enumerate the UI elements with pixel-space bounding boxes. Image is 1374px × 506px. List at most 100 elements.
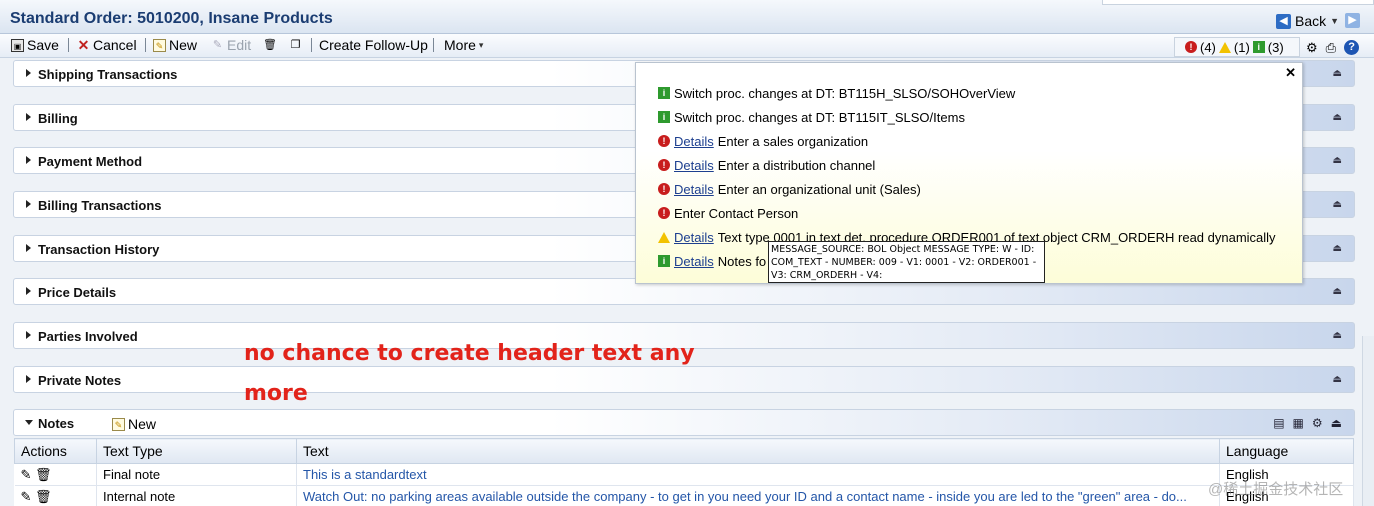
cancel-button[interactable]: ✕ Cancel	[77, 36, 137, 54]
message-text: Enter Contact Person	[674, 205, 799, 221]
column-header[interactable]: Text	[296, 438, 1220, 464]
message-counter-bar[interactable]: ! (4) (1) i (3)	[1174, 37, 1300, 57]
new-button[interactable]: ✎ New	[153, 36, 197, 54]
block-title: Shipping Transactions	[38, 67, 178, 82]
delete-button[interactable]: 🗑	[263, 36, 277, 54]
info-icon: i	[658, 87, 670, 99]
notes-table: Actions Text Type Text Language ✎ 🗑 Fina…	[14, 438, 1354, 506]
export-icon[interactable]: ▤	[1273, 416, 1284, 430]
text-cell[interactable]: Watch Out: no parking areas available ou…	[296, 485, 1220, 506]
expand-arrow-icon	[26, 156, 31, 164]
trash-icon: 🗑	[263, 38, 277, 51]
new-document-icon: ✎	[112, 417, 125, 431]
create-follow-up-button[interactable]: Create Follow-Up	[319, 36, 428, 54]
cancel-label: Cancel	[93, 37, 137, 53]
close-icon[interactable]: ✕	[1285, 65, 1296, 81]
new-label: New	[169, 37, 198, 53]
table-header: Actions Text Type Text Language	[14, 438, 1354, 464]
block-title: Transaction History	[38, 242, 160, 257]
info-count: (3)	[1267, 39, 1284, 55]
tooltip-line: MESSAGE_SOURCE: BOL Object MESSAGE TYPE:…	[771, 244, 1035, 255]
block-title: Price Details	[38, 285, 117, 300]
column-header[interactable]: Actions	[14, 438, 97, 464]
error-count: (4)	[1200, 39, 1216, 55]
divider	[145, 38, 146, 52]
save-button[interactable]: ▣ Save	[11, 36, 59, 54]
annotation-line: no chance to create header text any	[244, 341, 695, 366]
details-link[interactable]: Details	[674, 230, 714, 245]
close-icon: ✕	[77, 36, 90, 53]
row-actions: ✎ 🗑	[14, 463, 97, 486]
column-header[interactable]: Language	[1219, 438, 1354, 464]
excel-icon[interactable]: ▦	[1293, 416, 1304, 430]
collapse-icon[interactable]: ⏏	[1333, 374, 1342, 385]
follow-up-label: Create Follow-Up	[319, 37, 428, 53]
message-text: Enter an organizational unit (Sales)	[717, 181, 921, 197]
collapse-icon[interactable]: ⏏	[1333, 112, 1342, 123]
new-document-icon: ✎	[153, 38, 166, 52]
expand-arrow-icon	[26, 113, 31, 121]
toolbar: ▣ Save ✕ Cancel ✎ New ✎ Edit 🗑 ❐ Create …	[0, 34, 1374, 58]
collapse-icon[interactable]: ⏏	[1333, 155, 1342, 166]
notes-new-label: New	[128, 416, 157, 432]
details-link[interactable]: Details	[674, 182, 714, 197]
chevron-down-icon: ▾	[478, 39, 484, 50]
details-link[interactable]: Details	[674, 134, 714, 149]
forward-button[interactable]: ▶	[1345, 13, 1360, 28]
table-row[interactable]: ✎ 🗑 Final note This is a standardtext En…	[14, 463, 1354, 486]
edit-icon: ✎	[212, 38, 223, 51]
personalize-icon[interactable]: ⚙	[1306, 40, 1318, 56]
warning-icon	[658, 231, 670, 243]
notes-new-button[interactable]: ✎ New	[112, 416, 156, 432]
block-title: Billing	[38, 111, 78, 126]
message-item: i Switch proc. changes at DT: BT115H_SLS…	[658, 84, 1015, 102]
watermark: @稀土掘金技术社区	[1208, 481, 1344, 498]
collapse-icon[interactable]: ⏏	[1333, 330, 1342, 341]
copy-button[interactable]: ❐	[289, 36, 302, 54]
vertical-scrollbar[interactable]	[1362, 336, 1374, 506]
message-tooltip: MESSAGE_SOURCE: BOL Object MESSAGE TYPE:…	[768, 241, 1045, 283]
tooltip-line: V3: CRM_ORDERH - V4:	[771, 270, 883, 281]
divider	[68, 38, 69, 52]
trash-icon[interactable]: 🗑	[35, 467, 52, 482]
column-header[interactable]: Text Type	[96, 438, 297, 464]
trash-icon[interactable]: 🗑	[35, 489, 52, 504]
divider	[433, 38, 434, 52]
expand-arrow-icon	[26, 331, 31, 339]
text-cell[interactable]: This is a standardtext	[296, 463, 1220, 486]
personalize-icon[interactable]: ⚙	[1312, 416, 1323, 430]
collapse-icon[interactable]: ⏏	[1333, 243, 1342, 254]
edit-icon[interactable]: ✎	[21, 467, 32, 482]
help-icon[interactable]: ?	[1344, 40, 1360, 55]
block-title: Parties Involved	[38, 329, 138, 344]
message-item: ! Details Enter a sales organization	[658, 132, 868, 150]
more-label: More	[444, 37, 476, 53]
collapse-icon[interactable]: ⏏	[1333, 68, 1342, 79]
edit-icon[interactable]: ✎	[21, 489, 32, 504]
info-icon: i	[658, 255, 670, 267]
message-item: ! Details Enter a distribution channel	[658, 156, 875, 174]
details-link[interactable]: Details	[674, 254, 714, 269]
print-icon[interactable]: ⎙	[1326, 40, 1336, 56]
expand-arrow-icon	[26, 200, 31, 208]
divider	[311, 38, 312, 52]
save-icon: ▣	[11, 38, 24, 52]
header-tools: ⚙ ⎙ ?	[1306, 40, 1360, 56]
save-label: Save	[27, 37, 59, 53]
row-actions: ✎ 🗑	[14, 485, 97, 506]
table-row[interactable]: ✎ 🗑 Internal note Watch Out: no parking …	[14, 485, 1354, 506]
more-button[interactable]: More ▾	[444, 36, 483, 54]
copy-icon: ❐	[290, 38, 301, 51]
collapse-icon[interactable]: ⏏	[1331, 416, 1342, 430]
back-button[interactable]: ◀ Back ▼	[1276, 12, 1339, 30]
annotation-line: more	[244, 381, 308, 406]
collapse-icon[interactable]: ⏏	[1333, 286, 1342, 297]
collapse-icon[interactable]: ⏏	[1333, 199, 1342, 210]
tooltip-line: COM_TEXT - NUMBER: 009 - V1: 0001 - V2: …	[771, 257, 1037, 268]
edit-button[interactable]: ✎ Edit	[211, 36, 251, 54]
details-link[interactable]: Details	[674, 158, 714, 173]
chevron-down-icon: ▼	[1330, 16, 1340, 26]
block-title: Notes	[38, 416, 75, 431]
text-type-cell: Final note	[96, 463, 297, 486]
warning-icon	[1218, 41, 1231, 53]
